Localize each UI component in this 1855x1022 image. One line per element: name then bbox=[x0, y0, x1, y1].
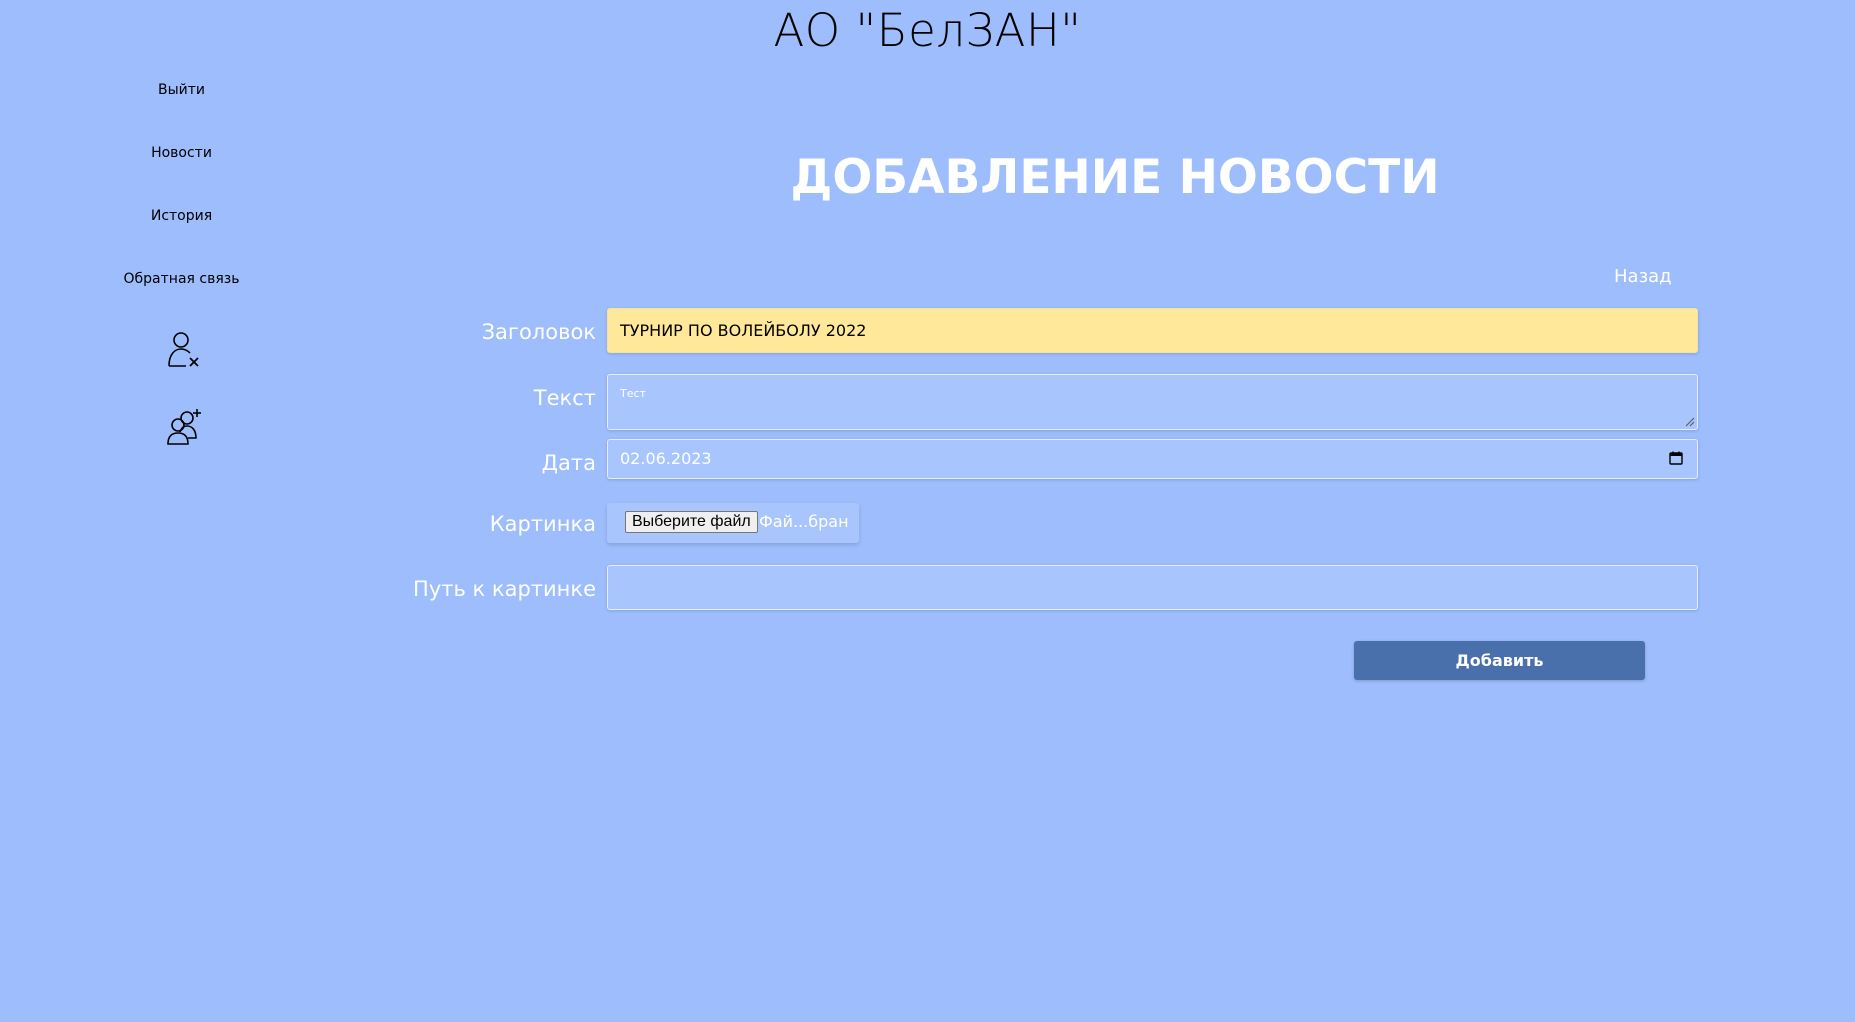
date-input-value: 02.06.2023 bbox=[620, 449, 712, 468]
sidebar-item-feedback[interactable]: Обратная связь bbox=[80, 271, 283, 287]
text-textarea[interactable]: Тест bbox=[607, 374, 1698, 430]
title-label: Заголовок bbox=[481, 320, 596, 344]
file-status: Фай...бран bbox=[759, 512, 849, 531]
resize-handle-icon[interactable] bbox=[1685, 417, 1695, 427]
calendar-icon[interactable] bbox=[1669, 451, 1683, 465]
page-title: ДОБАВЛЕНИЕ НОВОСТИ bbox=[790, 150, 1440, 205]
site-title: АО "БелЗАН" bbox=[773, 4, 1082, 57]
sidebar-item-logout[interactable]: Выйти bbox=[80, 82, 283, 98]
text-textarea-value: Тест bbox=[620, 387, 646, 400]
image-file-input: Выберите файл Фай...бран bbox=[607, 503, 859, 543]
sidebar-item-history[interactable]: История bbox=[80, 208, 283, 224]
sidebar-item-news[interactable]: Новости bbox=[80, 145, 283, 161]
date-input[interactable]: 02.06.2023 bbox=[607, 439, 1698, 479]
image-path-input[interactable] bbox=[607, 565, 1698, 610]
date-label: Дата bbox=[541, 451, 596, 475]
title-input[interactable]: ТУРНИР ПО ВОЛЕЙБОЛУ 2022 bbox=[607, 308, 1698, 353]
image-path-label: Путь к картинке bbox=[413, 577, 596, 601]
choose-file-button[interactable]: Выберите файл bbox=[625, 511, 758, 533]
text-label: Текст bbox=[533, 386, 596, 410]
back-link[interactable]: Назад bbox=[1614, 266, 1672, 287]
add-button[interactable]: Добавить bbox=[1354, 641, 1645, 680]
user-remove-icon[interactable] bbox=[166, 330, 202, 370]
image-label: Картинка bbox=[489, 512, 596, 536]
users-add-icon[interactable] bbox=[166, 408, 202, 448]
